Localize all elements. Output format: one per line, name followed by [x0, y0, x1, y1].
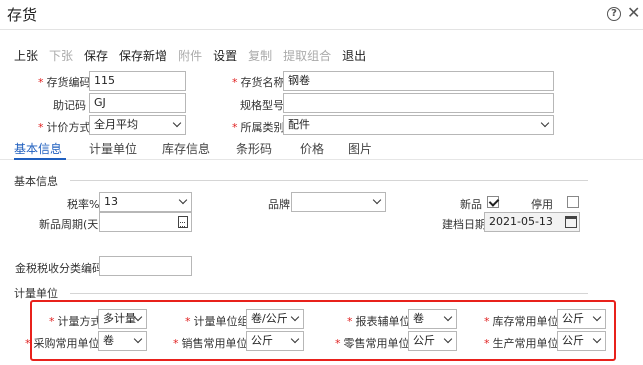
- pricing-select[interactable]: 全月平均: [89, 115, 186, 135]
- spec-field[interactable]: [283, 93, 554, 113]
- category-select[interactable]: 配件: [283, 115, 554, 135]
- new-period-label: 新品周期(天): [39, 218, 103, 231]
- calendar-icon[interactable]: [565, 216, 577, 228]
- tab-bar: 基本信息 计量单位 库存信息 条形码 价格 图片: [0, 138, 643, 160]
- chevron-down-icon: [172, 118, 182, 128]
- tab-units[interactable]: 计量单位: [89, 140, 137, 157]
- chevron-down-icon: [290, 334, 300, 344]
- retail-unit-select[interactable]: 公斤: [408, 331, 457, 351]
- chevron-down-icon: [372, 195, 382, 205]
- tab-stock-info[interactable]: 库存信息: [162, 140, 210, 157]
- stock-unit-select[interactable]: 公斤: [557, 309, 606, 329]
- extract-combo-button[interactable]: 提取组合: [283, 47, 331, 63]
- calculator-icon[interactable]: [178, 216, 188, 228]
- unit-group-select[interactable]: 卷/公斤: [246, 309, 304, 329]
- tab-barcode[interactable]: 条形码: [236, 140, 272, 157]
- disabled-checkbox[interactable]: [567, 196, 579, 208]
- section-divider: [70, 293, 588, 294]
- chevron-down-icon: [443, 312, 453, 322]
- pricing-label: * 计价方式: [38, 121, 91, 134]
- chevron-down-icon: [592, 334, 602, 344]
- sales-unit-label: * 销售常用单位: [173, 337, 248, 350]
- section-divider: [70, 180, 588, 181]
- exit-button[interactable]: 退出: [342, 47, 366, 63]
- tax-select[interactable]: 13: [99, 192, 192, 212]
- name-field[interactable]: 钢卷: [283, 71, 554, 91]
- close-icon[interactable]: ✕: [627, 3, 640, 22]
- toolbar: 上张 下张 保存 保存新增 附件 设置 复制 提取组合 退出: [14, 47, 377, 63]
- chevron-down-icon: [133, 334, 143, 344]
- chevron-down-icon: [540, 118, 550, 128]
- unit-group-label: * 计量单位组: [185, 315, 249, 328]
- attachment-button[interactable]: 附件: [178, 47, 202, 63]
- chevron-down-icon: [290, 312, 300, 322]
- disabled-label: 停用: [531, 198, 553, 211]
- production-unit-label: * 生产常用单位: [484, 337, 559, 350]
- mnemonic-field[interactable]: GJ: [89, 93, 186, 113]
- new-product-label: 新品: [460, 198, 482, 211]
- title-bar: 存货 ? ✕: [0, 0, 643, 30]
- save-button[interactable]: 保存: [84, 47, 108, 63]
- report-unit-label: * 报表辅单位: [347, 315, 411, 328]
- chevron-down-icon: [443, 334, 453, 344]
- brand-select[interactable]: [291, 192, 386, 212]
- spec-label: 规格型号: [240, 99, 284, 112]
- code-field[interactable]: 115: [89, 71, 186, 91]
- tab-images[interactable]: 图片: [348, 140, 372, 157]
- production-unit-select[interactable]: 公斤: [557, 331, 606, 351]
- method-label: * 计量方式: [49, 315, 102, 328]
- mnemonic-label: 助记码: [53, 99, 86, 112]
- active-tab-indicator: [14, 158, 66, 160]
- created-date-label: 建档日期: [442, 218, 486, 231]
- tax-class-label: 金税税收分类编码: [15, 262, 103, 275]
- sales-unit-select[interactable]: 公斤: [246, 331, 304, 351]
- units-section-title: 计量单位: [14, 287, 58, 300]
- copy-button[interactable]: 复制: [248, 47, 272, 63]
- report-unit-select[interactable]: 卷: [408, 309, 457, 329]
- settings-button[interactable]: 设置: [213, 47, 237, 63]
- method-select[interactable]: 多计量: [98, 309, 147, 329]
- retail-unit-label: * 零售常用单位: [335, 337, 410, 350]
- new-product-checkbox[interactable]: [487, 196, 499, 208]
- chevron-down-icon: [178, 195, 188, 205]
- help-icon[interactable]: ?: [607, 7, 621, 21]
- tax-class-field[interactable]: [99, 256, 192, 276]
- chevron-down-icon: [592, 312, 602, 322]
- basic-section-title: 基本信息: [14, 175, 58, 188]
- code-label: * 存货编码: [38, 76, 91, 89]
- brand-label: 品牌: [268, 198, 290, 211]
- window-title: 存货: [7, 6, 38, 24]
- prev-button[interactable]: 上张: [14, 47, 38, 63]
- name-label: * 存货名称: [232, 76, 285, 89]
- tab-basic-info[interactable]: 基本信息: [14, 140, 62, 157]
- tab-price[interactable]: 价格: [300, 140, 324, 157]
- save-new-button[interactable]: 保存新增: [119, 47, 167, 63]
- category-label: * 所属类别: [232, 121, 285, 134]
- stock-unit-label: * 库存常用单位: [484, 315, 559, 328]
- purchase-unit-label: * 采购常用单位: [25, 337, 100, 350]
- purchase-unit-select[interactable]: 卷: [98, 331, 147, 351]
- next-button[interactable]: 下张: [49, 47, 73, 63]
- tax-label: 税率%: [67, 198, 100, 211]
